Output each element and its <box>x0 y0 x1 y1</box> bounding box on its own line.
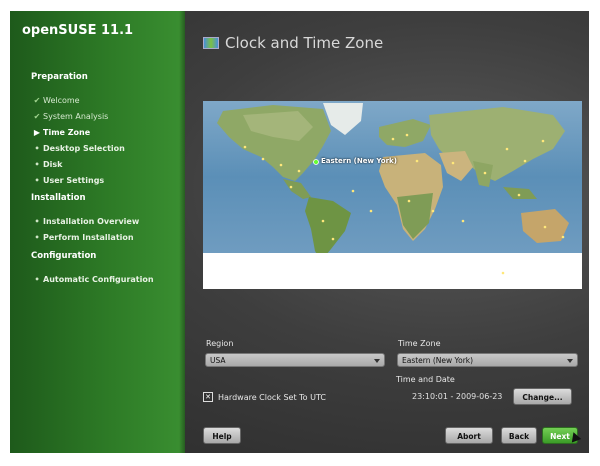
chevron-down-icon <box>374 359 380 363</box>
step-label: Automatic Configuration <box>43 275 154 284</box>
brand-title: openSUSE 11.1 <box>22 23 134 38</box>
clock-map-icon <box>203 37 219 49</box>
page-title: Clock and Time Zone <box>225 34 384 52</box>
timezone-label: Time Zone <box>398 339 441 348</box>
bullet-icon: • <box>34 176 40 185</box>
bullet-icon: • <box>34 144 40 153</box>
time-date-label: Time and Date <box>396 375 455 384</box>
hwclock-row[interactable]: ✕ Hardware Clock Set To UTC <box>203 392 326 402</box>
step-disk: • Disk <box>31 159 62 171</box>
region-select[interactable]: USA <box>205 353 385 367</box>
abort-button[interactable]: Abort <box>445 427 493 444</box>
check-icon: ✔ <box>33 112 41 121</box>
hwclock-checkbox[interactable]: ✕ <box>203 392 213 402</box>
timezone-select[interactable]: Eastern (New York) <box>397 353 578 367</box>
sidebar-edge-shadow <box>179 11 185 453</box>
change-button[interactable]: Change... <box>513 388 572 405</box>
region-value: USA <box>210 356 226 365</box>
section-configuration: Configuration <box>31 251 97 261</box>
world-map[interactable]: Eastern (New York) <box>203 101 582 289</box>
region-label: Region <box>206 339 234 348</box>
hwclock-label: Hardware Clock Set To UTC <box>218 392 326 402</box>
bullet-icon: • <box>34 160 40 169</box>
selected-city-marker[interactable] <box>313 159 319 165</box>
land-antarctica <box>203 253 582 289</box>
selected-city-label: Eastern (New York) <box>321 157 397 165</box>
installer-window: openSUSE 11.1 Preparation ✔ Welcome ✔ Sy… <box>10 11 589 453</box>
bullet-icon: • <box>34 217 40 226</box>
sidebar: openSUSE 11.1 Preparation ✔ Welcome ✔ Sy… <box>10 11 185 453</box>
step-system-analysis: ✔ System Analysis <box>31 111 109 123</box>
step-label: Installation Overview <box>43 217 140 226</box>
step-label: Desktop Selection <box>43 144 125 153</box>
step-perform-installation: • Perform Installation <box>31 232 134 244</box>
step-label: Disk <box>43 160 63 169</box>
chevron-down-icon <box>567 359 573 363</box>
section-preparation: Preparation <box>31 72 88 82</box>
step-welcome: ✔ Welcome <box>31 95 80 107</box>
bullet-icon: • <box>34 233 40 242</box>
step-label: System Analysis <box>43 112 109 121</box>
step-label: Perform Installation <box>43 233 134 242</box>
section-installation: Installation <box>31 193 86 203</box>
back-button[interactable]: Back <box>501 427 537 444</box>
time-date-value: 23:10:01 - 2009-06-23 <box>412 392 503 401</box>
current-arrow-icon: ▶ <box>33 128 41 137</box>
step-installation-overview: • Installation Overview <box>31 216 139 228</box>
step-user-settings: • User Settings <box>31 175 104 187</box>
bullet-icon: • <box>34 275 40 284</box>
world-map-graphic <box>203 101 582 289</box>
help-button[interactable]: Help <box>203 427 241 444</box>
step-time-zone: ▶ Time Zone <box>31 127 90 139</box>
step-label: Time Zone <box>43 128 91 137</box>
timezone-value: Eastern (New York) <box>402 356 474 365</box>
page-header: Clock and Time Zone <box>203 33 383 53</box>
step-automatic-configuration: • Automatic Configuration <box>31 274 154 286</box>
step-label: Welcome <box>43 96 80 105</box>
step-desktop-selection: • Desktop Selection <box>31 143 125 155</box>
step-label: User Settings <box>43 176 105 185</box>
check-icon: ✔ <box>33 96 41 105</box>
